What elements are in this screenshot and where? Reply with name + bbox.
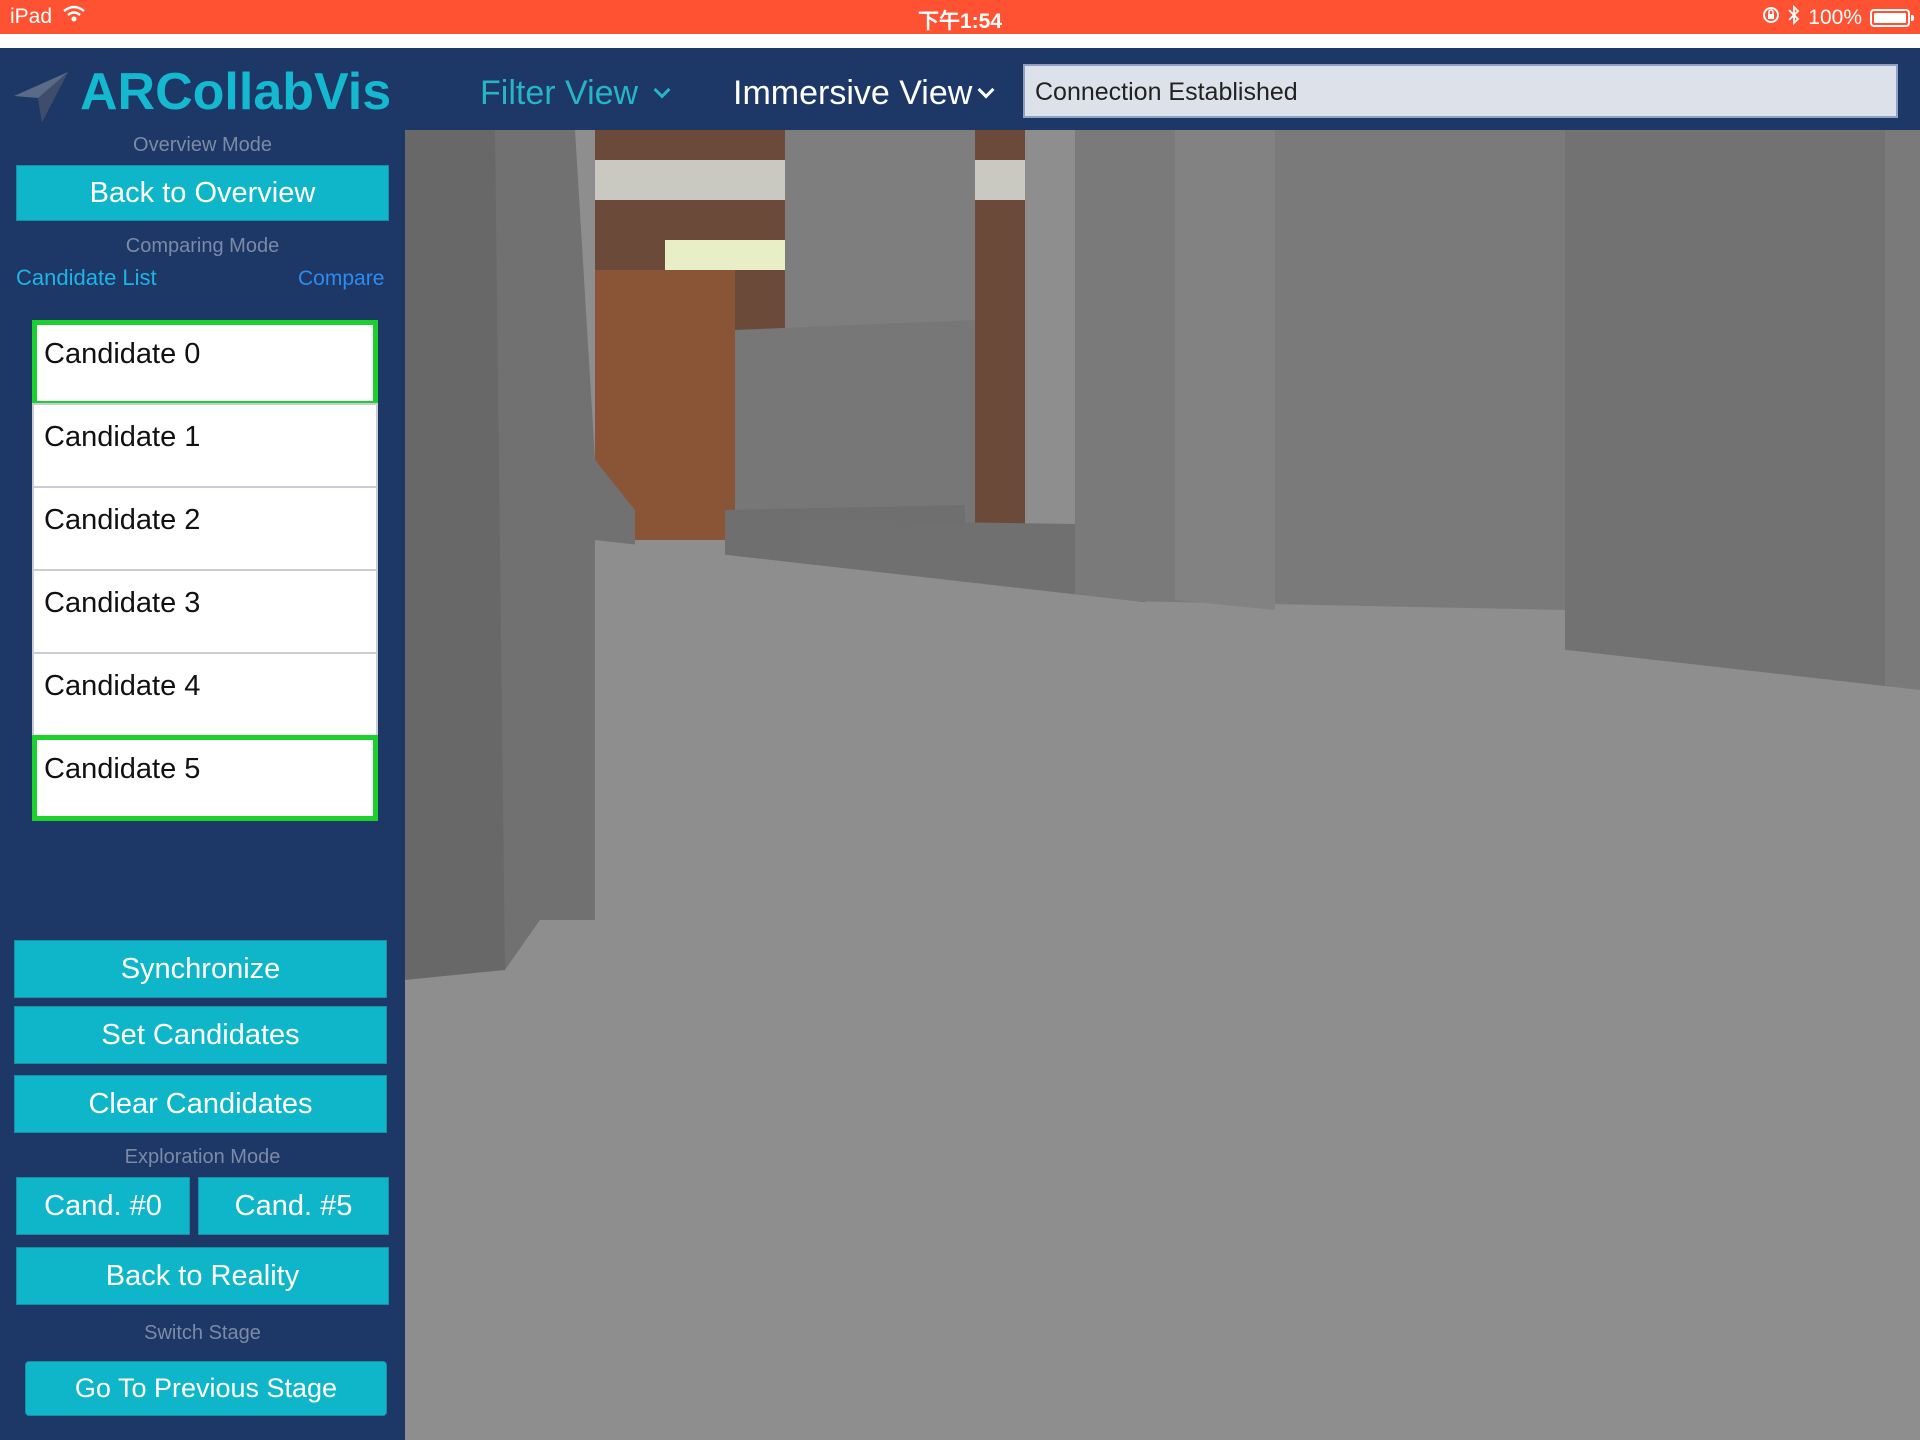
- status-right: 100%: [1762, 4, 1914, 31]
- candidate-item[interactable]: Candidate 2: [32, 486, 378, 572]
- back-to-overview-button[interactable]: Back to Overview: [16, 165, 389, 221]
- battery-icon: [1870, 9, 1914, 27]
- navigation-arrow-icon: [12, 70, 70, 129]
- compare-link[interactable]: Compare: [298, 267, 384, 291]
- comparing-mode-label: Comparing Mode: [125, 235, 280, 257]
- candidate-item[interactable]: Candidate 3: [32, 569, 378, 655]
- clear-candidates-button[interactable]: Clear Candidates: [14, 1075, 387, 1133]
- ground-plane: [405, 540, 1920, 1440]
- app-title: ARCollabVis: [80, 63, 392, 121]
- chevron-down-icon: [653, 81, 671, 98]
- back-to-reality-button[interactable]: Back to Reality: [16, 1247, 389, 1305]
- filter-view-label: Filter View: [480, 74, 639, 112]
- candidate-item[interactable]: Candidate 5: [32, 735, 378, 821]
- synchronize-button[interactable]: Synchronize: [14, 940, 387, 998]
- orientation-lock-icon: [1762, 6, 1780, 30]
- go-to-previous-stage-button[interactable]: Go To Previous Stage: [25, 1361, 387, 1416]
- exploration-mode-label: Exploration Mode: [124, 1146, 281, 1168]
- immersive-view-dropdown[interactable]: Immersive View: [733, 74, 995, 113]
- filter-view-dropdown[interactable]: Filter View: [480, 74, 671, 113]
- candidate-item[interactable]: Candidate 4: [32, 652, 378, 738]
- status-time: 下午1:54: [917, 10, 1003, 33]
- sidebar: Overview Mode Back to Overview Comparing…: [0, 130, 405, 1440]
- cand-0-button[interactable]: Cand. #0: [16, 1177, 190, 1235]
- header-divider: [0, 34, 1920, 48]
- immersive-view-label: Immersive View: [733, 74, 973, 112]
- scene-render: [405, 130, 1920, 1440]
- candidate-list-link[interactable]: Candidate List: [16, 265, 157, 291]
- candidate-item[interactable]: Candidate 0: [32, 320, 378, 406]
- connection-status-field[interactable]: Connection Established: [1023, 64, 1898, 118]
- app-header: ARCollabVis Filter View Immersive View C…: [0, 48, 1920, 130]
- set-candidates-button[interactable]: Set Candidates: [14, 1006, 387, 1064]
- bluetooth-icon: [1788, 4, 1800, 31]
- battery-percent: 100%: [1808, 6, 1862, 29]
- switch-stage-label: Switch Stage: [144, 1322, 261, 1344]
- ar-scene-viewport[interactable]: [405, 130, 1920, 1440]
- candidate-item[interactable]: Candidate 1: [32, 403, 378, 489]
- chevron-down-icon: [977, 81, 995, 98]
- cand-5-button[interactable]: Cand. #5: [198, 1177, 389, 1235]
- overview-mode-label: Overview Mode: [133, 134, 272, 156]
- status-bar: iPad 下午1:54 100%: [0, 0, 1920, 34]
